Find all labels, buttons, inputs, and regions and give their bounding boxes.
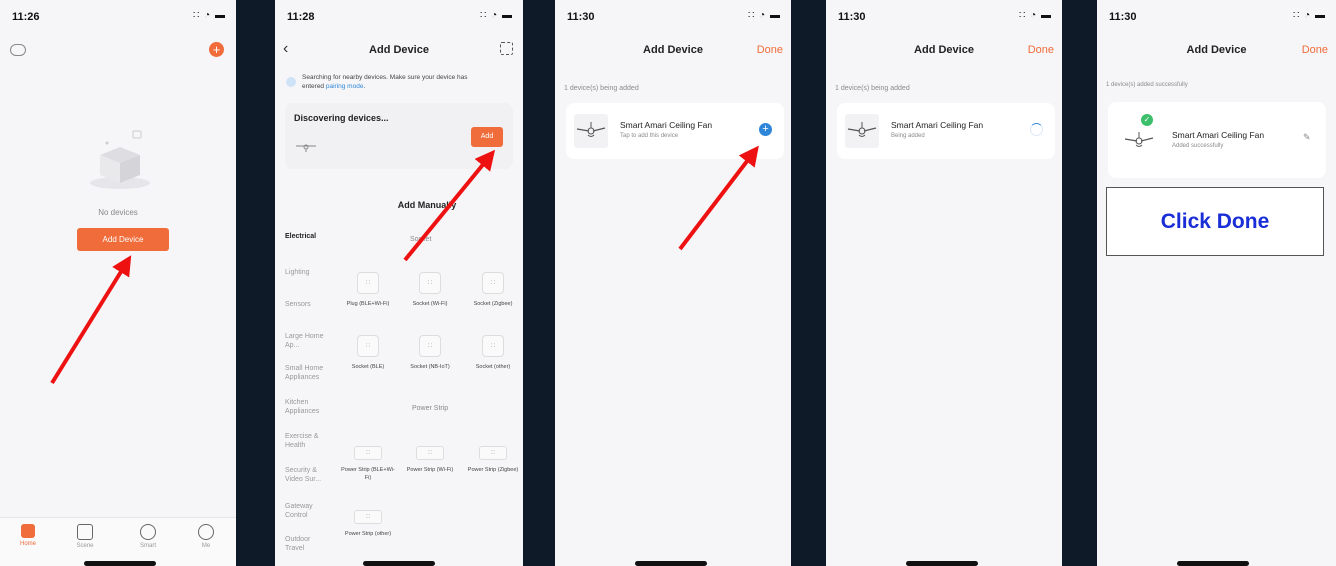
arrow-to-plus	[678, 145, 759, 251]
annotation-arrows	[50, 145, 759, 385]
arrow-to-add	[403, 149, 496, 262]
arrow-to-add-device	[50, 255, 132, 385]
